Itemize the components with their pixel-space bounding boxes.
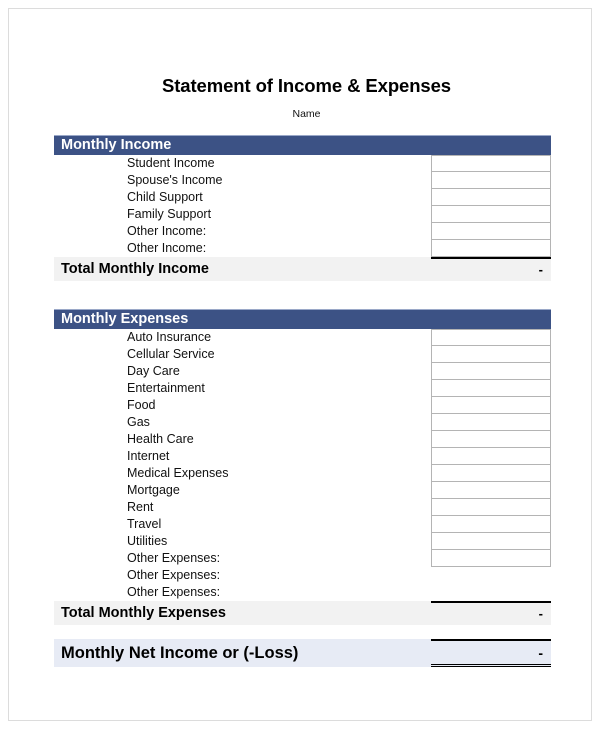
line-item-row: Other Income: (54, 240, 551, 257)
expense-rows: Auto Insurance Cellular Service Day Care En… (54, 329, 551, 601)
line-item-amount-input[interactable] (431, 346, 551, 363)
total-monthly-expenses-amount: - (431, 601, 551, 625)
total-monthly-expenses-label: Total Monthly Expenses (61, 605, 226, 621)
line-item-amount-input[interactable] (431, 329, 551, 346)
line-item-amount-input[interactable] (431, 380, 551, 397)
line-item-amount-input[interactable] (431, 431, 551, 448)
line-item-row: Medical Expenses (54, 465, 551, 482)
line-item-amount-blank (431, 567, 551, 584)
page-title: Statement of Income & Expenses (162, 75, 451, 96)
line-item-row: Cellular Service (54, 346, 551, 363)
line-item-row: Entertainment (54, 380, 551, 397)
line-item-amount-input[interactable] (431, 223, 551, 240)
line-item-row: Spouse's Income (54, 172, 551, 189)
line-item-row: Other Expenses: (54, 584, 551, 601)
line-item-row: Rent (54, 499, 551, 516)
line-item-amount-input[interactable] (431, 465, 551, 482)
line-item-row: Utilities (54, 533, 551, 550)
line-item-row: Other Expenses: (54, 567, 551, 584)
total-monthly-income-amount: - (431, 257, 551, 281)
line-item-amount-input[interactable] (431, 550, 551, 567)
line-item-row: Food (54, 397, 551, 414)
line-item-row: Internet (54, 448, 551, 465)
monthly-net-income-label: Monthly Net Income or (-Loss) (61, 644, 299, 662)
line-item-amount-input[interactable] (431, 516, 551, 533)
line-item-row: Auto Insurance (54, 329, 551, 346)
document-page: Statement of Income & Expenses Name Mont… (8, 8, 592, 721)
monthly-net-income-row: Monthly Net Income or (-Loss) - (54, 639, 551, 667)
line-item-row: Day Care (54, 363, 551, 380)
line-item-amount-input[interactable] (431, 482, 551, 499)
line-item-amount-input[interactable] (431, 363, 551, 380)
line-item-row: Travel (54, 516, 551, 533)
statement-sheet: Statement of Income & Expenses Name Mont… (54, 61, 551, 667)
line-item-amount-input[interactable] (431, 448, 551, 465)
line-item-amount-input[interactable] (431, 240, 551, 257)
total-monthly-income-row: Total Monthly Income - (54, 257, 551, 281)
line-item-row: Gas (54, 414, 551, 431)
total-monthly-income-label: Total Monthly Income (61, 261, 209, 277)
line-item-row: Other Expenses: (54, 550, 551, 567)
line-item-amount-input[interactable] (431, 499, 551, 516)
line-item-amount-input[interactable] (431, 414, 551, 431)
line-item-amount-input[interactable] (431, 206, 551, 223)
line-item-row: Student Income (54, 155, 551, 172)
line-item-row: Health Care (54, 431, 551, 448)
line-item-amount-input[interactable] (431, 533, 551, 550)
section-header-monthly-expenses: Monthly Expenses (54, 309, 551, 329)
section-header-monthly-income: Monthly Income (54, 135, 551, 155)
line-item-row: Other Income: (54, 223, 551, 240)
line-item-amount-input[interactable] (431, 397, 551, 414)
total-monthly-expenses-row: Total Monthly Expenses - (54, 601, 551, 625)
line-item-row: Mortgage (54, 482, 551, 499)
line-item-amount-input[interactable] (431, 189, 551, 206)
line-item-amount-blank (431, 584, 551, 601)
line-item-amount-input[interactable] (431, 172, 551, 189)
name-subtitle: Name (292, 108, 321, 120)
monthly-net-income-amount: - (431, 639, 551, 667)
line-item-row: Family Support (54, 206, 551, 223)
line-item-row: Child Support (54, 189, 551, 206)
income-rows: Student Income Spouse's Income Child Suppo… (54, 155, 551, 257)
title-block: Statement of Income & Expenses Name (54, 61, 551, 121)
line-item-amount-input[interactable] (431, 155, 551, 172)
